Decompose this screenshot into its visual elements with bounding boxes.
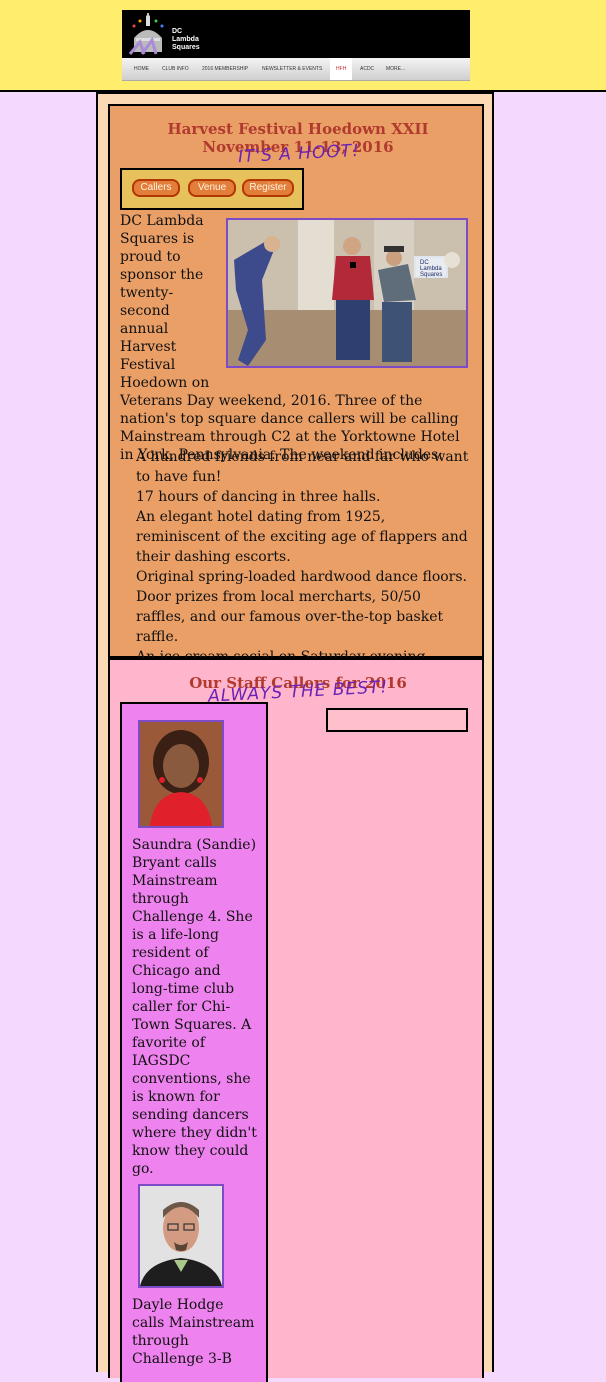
logo-line-2: Lambda xyxy=(172,36,199,43)
hoedown-features-list: A hundred friends from near and far who … xyxy=(136,447,472,667)
list-item: Door prizes from local mercharts, 50/50 … xyxy=(136,589,444,645)
list-item: A hundred friends from near and far who … xyxy=(136,449,469,485)
intro-lead: DC Lambda Squares is proud to sponsor th… xyxy=(120,213,210,391)
register-button[interactable]: Register xyxy=(242,179,294,197)
list-item: 17 hours of dancing in three halls. xyxy=(136,489,381,505)
hoedown-button-bar: Callers Venue Register xyxy=(120,168,304,210)
nav-more[interactable]: MORE... xyxy=(386,66,405,72)
nav-club-info[interactable]: CLUB INFO xyxy=(162,66,189,72)
caller-portrait-2 xyxy=(140,1186,222,1286)
nav-newsletter-events[interactable]: NEWSLETTER & EVENTS xyxy=(262,66,322,72)
caller-photo-sandie xyxy=(138,720,224,828)
nav-hfh[interactable]: HFH xyxy=(330,58,353,80)
nav-home[interactable]: HOME xyxy=(134,66,149,72)
hoedown-intro: DC Lambda Squares is proud to sponsor th… xyxy=(120,212,472,464)
capitol-dancers-logo-icon xyxy=(128,13,164,55)
callers-button[interactable]: Callers xyxy=(132,179,180,197)
nav-2016-membership[interactable]: 2016 MEMBERSHIP xyxy=(202,66,248,72)
nav-acdc[interactable]: ACDC xyxy=(360,66,374,72)
empty-frame xyxy=(326,708,468,732)
list-item: Original spring-loaded hardwood dance fl… xyxy=(136,569,468,585)
site-header: DC Lambda Squares HOME CLUB INFO 2016 ME… xyxy=(0,0,606,92)
list-item: An elegant hotel dating from 1925, remin… xyxy=(136,509,468,565)
caller-bio-sandie: Saundra (Sandie) Bryant calls Mainstream… xyxy=(132,837,257,1177)
caller-photo-dayle xyxy=(138,1184,224,1288)
logo-text: DC Lambda Squares xyxy=(172,28,200,52)
caller-portrait-1 xyxy=(140,722,222,826)
main-nav: HOME CLUB INFO 2016 MEMBERSHIP NEWSLETTE… xyxy=(122,58,470,81)
venue-button[interactable]: Venue xyxy=(188,179,236,197)
logo-line-1: DC xyxy=(172,28,183,35)
logo-banner[interactable]: DC Lambda Squares xyxy=(122,10,470,58)
logo-line-3: Squares xyxy=(172,44,200,51)
caller-bio-dayle: Dayle Hodge calls Mainstream through Cha… xyxy=(132,1297,255,1367)
hoedown-title: Harvest Festival Hoedown XXII xyxy=(167,120,429,138)
